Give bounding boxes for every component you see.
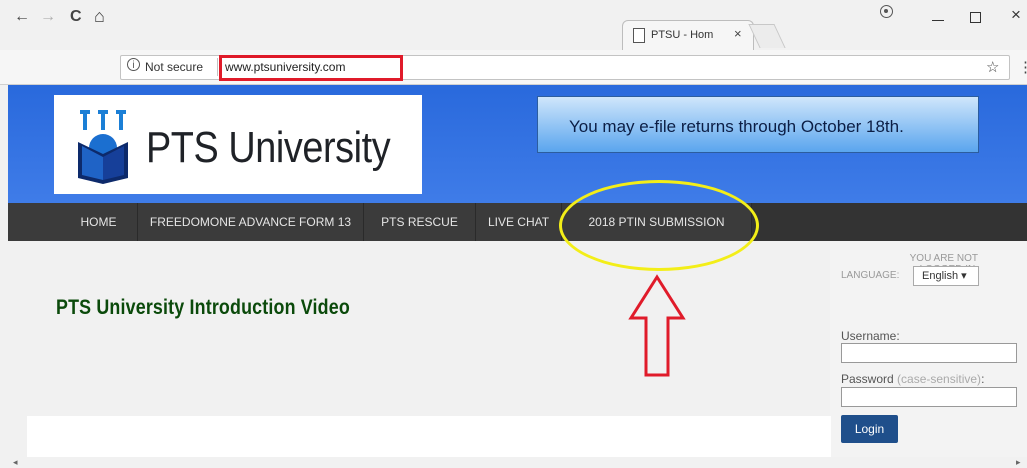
- forward-icon[interactable]: →: [40, 8, 56, 26]
- page-icon: [633, 28, 645, 43]
- reload-icon[interactable]: C: [70, 8, 82, 26]
- address-separator: [217, 58, 218, 76]
- username-label: Username:: [841, 329, 900, 343]
- password-colon: :: [981, 372, 985, 386]
- nav-item-live-chat[interactable]: LIVE CHAT: [476, 203, 562, 241]
- info-icon[interactable]: i: [127, 58, 140, 71]
- bookmark-star-icon[interactable]: ☆: [986, 58, 999, 76]
- minimize-button[interactable]: [932, 6, 946, 22]
- page-title: PTS University Introduction Video: [56, 296, 350, 319]
- browser-menu-icon[interactable]: ⋮: [1018, 58, 1027, 76]
- not-secure-label[interactable]: Not secure: [145, 60, 203, 74]
- red-arrow-annotation-icon: [628, 274, 686, 377]
- url-annotation-box: [219, 55, 403, 81]
- browser-tab[interactable]: PTSU - Hom ×: [622, 20, 754, 51]
- title-bar: [0, 0, 1027, 50]
- profile-icon[interactable]: [880, 5, 893, 18]
- home-icon[interactable]: ⌂: [94, 6, 105, 27]
- tab-title: PTSU - Hom: [651, 29, 714, 41]
- language-label: LANGUAGE:: [841, 270, 900, 281]
- highlight-ellipse-annotation: [559, 180, 759, 271]
- close-window-button[interactable]: ×: [1011, 5, 1021, 25]
- scroll-left-icon[interactable]: ◂: [13, 457, 18, 468]
- notice-text: You may e-file returns through October 1…: [569, 117, 904, 136]
- pts-logo-icon: [78, 110, 128, 184]
- scroll-right-icon[interactable]: ▸: [1016, 457, 1021, 468]
- language-select[interactable]: English ▾: [913, 266, 979, 286]
- maximize-button[interactable]: [970, 12, 981, 23]
- username-input[interactable]: [841, 343, 1017, 363]
- back-icon[interactable]: ←: [14, 8, 30, 26]
- password-input[interactable]: [841, 387, 1017, 407]
- tab-close-icon[interactable]: ×: [734, 26, 742, 41]
- password-label-text: Password: [841, 372, 894, 386]
- login-button[interactable]: Login: [841, 415, 898, 443]
- nav-item-pts-rescue[interactable]: PTS RESCUE: [364, 203, 476, 241]
- nav-item-freedomone[interactable]: FREEDOMONE ADVANCE FORM 13: [138, 203, 364, 241]
- horizontal-scrollbar[interactable]: [8, 457, 1027, 468]
- nav-filler: [752, 203, 1027, 241]
- password-hint: (case-sensitive): [897, 372, 982, 386]
- nav-item-home[interactable]: HOME: [60, 203, 138, 241]
- logo-text: PTS University: [146, 123, 391, 172]
- password-label: Password (case-sensitive):: [841, 372, 984, 386]
